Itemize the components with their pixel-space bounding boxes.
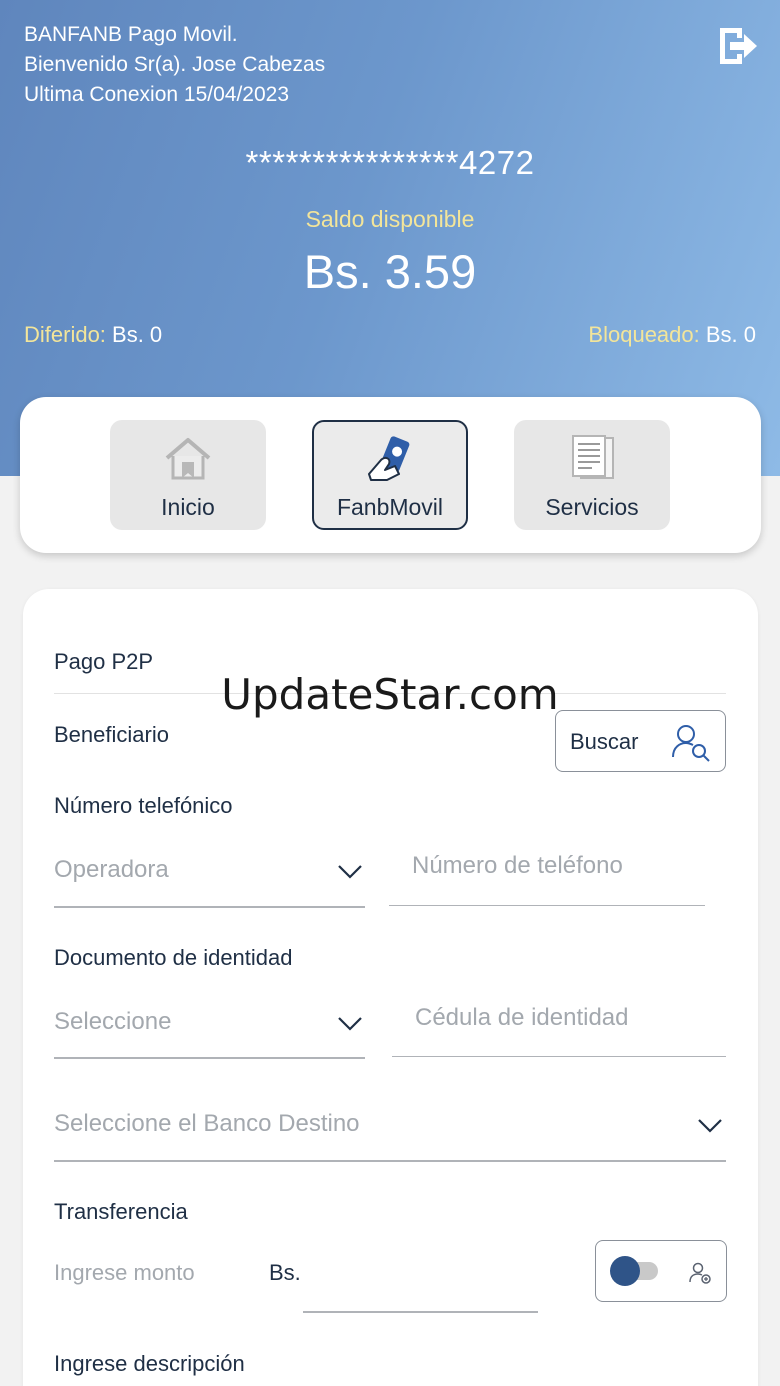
logout-icon[interactable] (716, 24, 760, 68)
nav-item-inicio[interactable]: Inicio (110, 420, 266, 530)
phone-payment-icon (365, 434, 415, 484)
chevron-down-icon (698, 1119, 722, 1133)
operadora-placeholder: Operadora (54, 856, 169, 883)
diferido-label: Diferido: (24, 322, 106, 347)
bloqueado-balance: Bloqueado: Bs. 0 (588, 322, 756, 348)
telefono-underline (389, 905, 705, 906)
bloqueado-value: Bs. 0 (699, 322, 756, 347)
banco-underline (54, 1160, 726, 1162)
document-icon (567, 434, 617, 484)
banco-placeholder: Seleccione el Banco Destino (54, 1110, 360, 1137)
balance-value: Bs. 3.59 (303, 245, 477, 298)
beneficiario-label: Beneficiario (54, 722, 169, 747)
currency-label: Bs. (269, 1260, 301, 1285)
app-title: BANFANB Pago Movil. (24, 23, 238, 46)
buscar-label: Buscar (570, 729, 639, 754)
balance-label: Saldo disponible (305, 206, 475, 232)
buscar-button[interactable]: Buscar (555, 710, 726, 772)
operadora-underline (54, 906, 365, 908)
doc-type-placeholder: Seleccione (54, 1008, 172, 1035)
diferido-balance: Diferido: Bs. 0 (24, 322, 162, 348)
telefono-placeholder: Número de teléfono (412, 852, 623, 879)
monto-input[interactable] (303, 1311, 538, 1313)
home-icon (163, 434, 213, 484)
frequent-beneficiary-toggle[interactable] (595, 1240, 727, 1302)
chevron-down-icon (338, 1017, 362, 1031)
telefono-label: Número telefónico (54, 793, 233, 818)
bloqueado-label: Bloqueado: (588, 322, 700, 347)
main-nav: Inicio FanbMovil Servicios (20, 397, 761, 553)
descripcion-label: Ingrese descripción (54, 1351, 245, 1376)
watermark-text: UpdateStar.com (221, 670, 559, 719)
doc-type-underline (54, 1057, 365, 1059)
cedula-placeholder: Cédula de identidad (415, 1004, 629, 1031)
transferencia-label: Transferencia (54, 1199, 188, 1224)
diferido-value: Bs. 0 (105, 322, 163, 347)
user-search-icon (670, 721, 712, 763)
monto-label: Ingrese monto (54, 1260, 195, 1285)
nav-label-servicios: Servicios (545, 494, 639, 520)
cedula-underline (392, 1056, 726, 1057)
welcome-text: Bienvenido Sr(a). Jose Cabezas (24, 53, 326, 76)
toggle-knob (610, 1256, 640, 1286)
add-user-icon (688, 1261, 712, 1285)
nav-label-fanbmovil: FanbMovil (336, 494, 444, 520)
last-connection-text: Ultima Conexion 15/04/2023 (24, 83, 290, 106)
account-number: ****************4272 (245, 144, 535, 181)
chevron-down-icon (338, 865, 362, 879)
documento-label: Documento de identidad (54, 945, 293, 970)
nav-label-inicio: Inicio (161, 494, 215, 520)
nav-item-fanbmovil[interactable]: FanbMovil (312, 420, 468, 530)
nav-item-servicios[interactable]: Servicios (514, 420, 670, 530)
